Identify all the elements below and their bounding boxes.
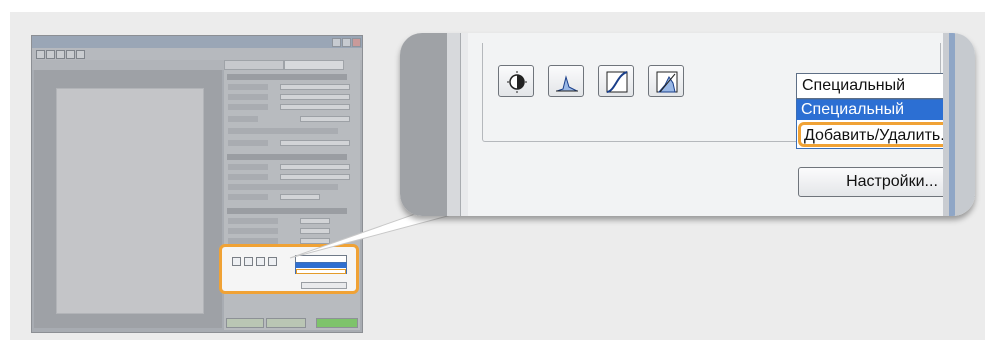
- tone-curve-icon: [606, 71, 628, 93]
- tone-curve-button[interactable]: [598, 65, 634, 97]
- histogram-button[interactable]: [548, 65, 584, 97]
- image-settings-panel: Специальный Специальный Добавить/Удалить…: [468, 33, 975, 216]
- pane-edge: [955, 33, 975, 216]
- scrollbar-region: [400, 33, 447, 216]
- final-review-button[interactable]: [648, 65, 684, 97]
- brightness-contrast-icon: [507, 71, 527, 93]
- pane-edge: [447, 33, 461, 216]
- final-review-icon: [656, 71, 678, 93]
- histogram-icon: [556, 75, 578, 92]
- magnified-callout: Специальный Специальный Добавить/Удалить…: [400, 33, 975, 216]
- pane-edge: [461, 33, 468, 216]
- brightness-contrast-button[interactable]: [498, 65, 534, 97]
- mode-select-value: Специальный: [802, 77, 906, 94]
